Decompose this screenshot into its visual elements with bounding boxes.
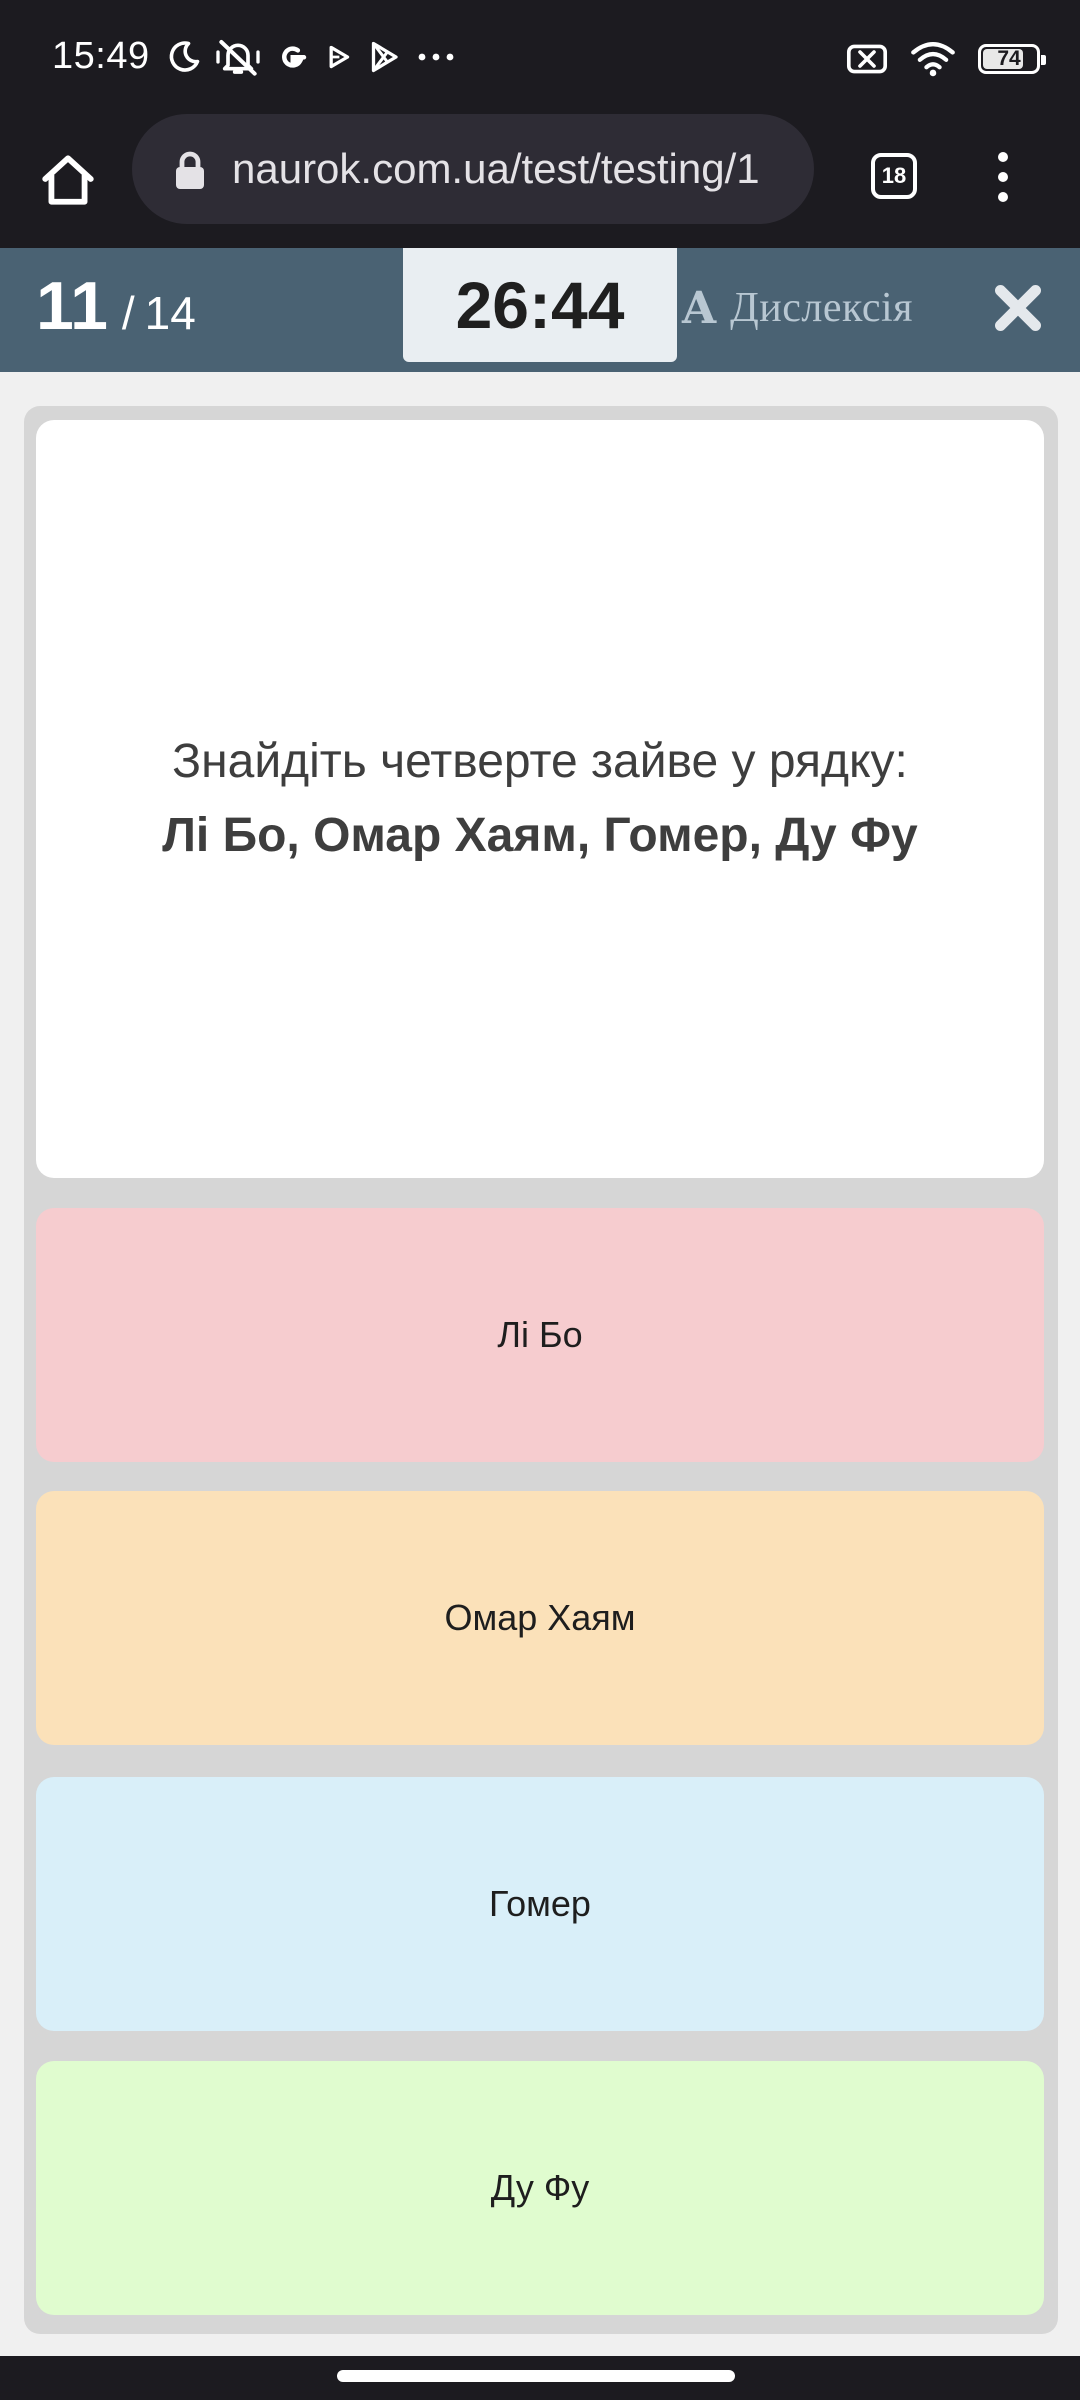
answer-label: Гомер bbox=[489, 1883, 591, 1924]
battery-icon: 74 bbox=[978, 44, 1046, 74]
overflow-menu-icon bbox=[998, 152, 1008, 162]
moon-icon bbox=[166, 39, 202, 75]
progress-total: 14 bbox=[144, 287, 196, 339]
tabs-button[interactable]: 18 bbox=[862, 144, 926, 208]
test-header: 11/14 26:44 A Дислексія bbox=[0, 248, 1080, 372]
answer-option-2[interactable]: Омар Хаям bbox=[36, 1491, 1044, 1745]
close-test-button[interactable] bbox=[990, 280, 1046, 336]
gesture-handle[interactable] bbox=[337, 2370, 735, 2382]
browser-toolbar: naurok.com.ua/test/testing/1 18 bbox=[0, 112, 1080, 248]
question-card: Знайдіть четверте зайве у рядку: Лі Бо, … bbox=[36, 420, 1044, 1178]
play-icon bbox=[324, 42, 352, 72]
progress-separator: / bbox=[121, 287, 135, 339]
question-text: Знайдіть четверте зайве у рядку: bbox=[172, 735, 908, 788]
play-store-icon bbox=[366, 39, 402, 75]
tab-count: 18 bbox=[881, 163, 907, 188]
answer-option-4[interactable]: Ду Фу bbox=[36, 2061, 1044, 2315]
bell-off-icon bbox=[216, 37, 260, 77]
answer-option-3[interactable]: Гомер bbox=[36, 1777, 1044, 2031]
question-progress: 11/14 bbox=[36, 266, 196, 353]
status-bar: 15:49 74 bbox=[0, 0, 1080, 112]
timer: 26:44 bbox=[403, 248, 677, 362]
home-icon bbox=[42, 155, 94, 205]
navigation-bar bbox=[0, 2356, 1080, 2400]
answer-label: Ду Фу bbox=[490, 2167, 590, 2208]
more-dots-icon bbox=[416, 51, 456, 63]
url-text[interactable]: naurok.com.ua/test/testing/1 bbox=[232, 142, 792, 196]
dyslexia-label: Дислексія bbox=[730, 285, 913, 331]
status-time: 15:49 bbox=[52, 35, 150, 77]
battery-level: 74 bbox=[997, 47, 1021, 70]
lock-icon[interactable] bbox=[170, 149, 210, 193]
answer-option-1[interactable]: Лі Бо bbox=[36, 1208, 1044, 1462]
dyslexia-toggle[interactable]: A Дислексія bbox=[682, 276, 913, 340]
question-options-text: Лі Бо, Омар Хаям, Гомер, Ду Фу bbox=[162, 809, 918, 862]
status-icons-left bbox=[152, 32, 456, 82]
google-icon bbox=[274, 39, 310, 75]
answer-label: Лі Бо bbox=[497, 1314, 583, 1355]
dyslexia-font-icon: A bbox=[682, 282, 717, 334]
answer-label: Омар Хаям bbox=[444, 1597, 636, 1638]
close-icon bbox=[995, 285, 1041, 331]
wifi-icon bbox=[910, 40, 956, 78]
address-bar[interactable]: naurok.com.ua/test/testing/1 bbox=[132, 114, 814, 224]
tabs-icon: 18 bbox=[871, 153, 917, 199]
status-icons-right: 74 bbox=[824, 34, 1046, 84]
home-button[interactable] bbox=[30, 142, 106, 218]
progress-current: 11 bbox=[36, 268, 108, 344]
overflow-menu-button[interactable] bbox=[978, 142, 1028, 212]
sim-off-icon bbox=[846, 43, 888, 75]
